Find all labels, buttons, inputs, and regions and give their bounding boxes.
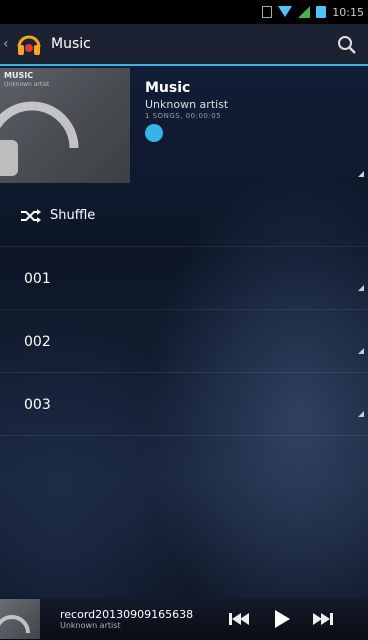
battery-icon <box>316 6 327 18</box>
headphones-app-icon[interactable] <box>15 30 43 58</box>
album-artist: Unknown artist <box>145 98 229 111</box>
search-icon[interactable] <box>336 34 358 56</box>
headphones-art-icon <box>0 615 30 634</box>
album-title: Music <box>145 80 191 96</box>
next-icon[interactable] <box>310 609 336 629</box>
shuffle-label: Shuffle <box>50 208 96 223</box>
signal-icon <box>298 6 311 18</box>
album-info: Music Unknown artist 1 SONGS, 00:00:05 <box>145 80 228 142</box>
headphones-art-icon <box>0 101 79 176</box>
app-title: Music <box>51 36 91 52</box>
track-title: 001 <box>24 270 51 287</box>
track-title: 002 <box>24 333 51 350</box>
album-meta: 1 SONGS, 00:00:05 <box>145 112 222 120</box>
now-playing-artist: Unknown artist <box>60 621 121 630</box>
context-menu-indicator-icon[interactable] <box>358 171 364 177</box>
now-playing-info: record20130909165638 Unknown artist <box>60 608 210 630</box>
sim-icon <box>262 6 273 18</box>
action-bar: ‹ Music <box>0 24 368 66</box>
context-menu-indicator-icon[interactable] <box>358 348 364 354</box>
now-playing-title: record20130909165638 <box>60 608 194 621</box>
wifi-icon <box>278 6 293 18</box>
status-bar: 10:15 <box>0 0 368 24</box>
shuffle-row[interactable]: Shuffle <box>0 185 368 247</box>
now-playing-art <box>0 599 40 639</box>
now-playing-bar[interactable]: record20130909165638 Unknown artist <box>0 598 368 640</box>
up-navigation-icon[interactable]: ‹ <box>3 36 13 52</box>
album-art: MUSIC Unknown artist <box>0 68 130 183</box>
context-menu-indicator-icon[interactable] <box>358 285 364 291</box>
album-play-button[interactable] <box>145 124 163 142</box>
track-title: 003 <box>24 396 51 413</box>
status-time: 10:15 <box>332 5 364 19</box>
shuffle-icon <box>21 208 41 223</box>
previous-icon[interactable] <box>226 609 252 629</box>
track-row[interactable]: 002 <box>0 311 368 373</box>
album-row[interactable]: MUSIC Unknown artist Music Unknown artis… <box>0 68 368 183</box>
play-icon[interactable] <box>268 609 294 629</box>
track-row[interactable]: 001 <box>0 248 368 310</box>
context-menu-indicator-icon[interactable] <box>358 411 364 417</box>
track-row[interactable]: 003 <box>0 374 368 436</box>
